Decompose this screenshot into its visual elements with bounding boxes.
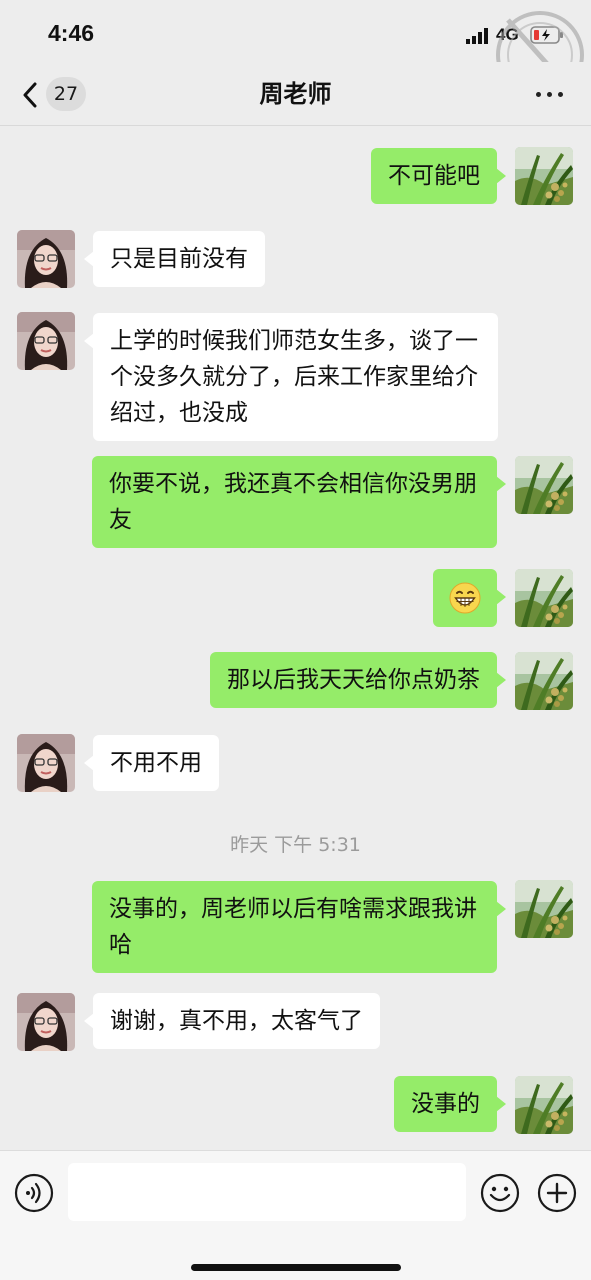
message-bubble-sent[interactable]: 那以后我天天给你点奶茶 (210, 652, 506, 708)
emoji-button[interactable] (480, 1173, 520, 1213)
my-avatar[interactable] (515, 147, 573, 205)
message-list[interactable]: 不可能吧 只是目前没有 上学的时候我们师范女生多，谈了一个没多久就分了，后来工作… (0, 126, 591, 1150)
message-bubble-sent[interactable]: 没事的 (394, 1076, 506, 1132)
input-bar (0, 1150, 591, 1280)
signal-icon (466, 28, 488, 44)
my-avatar[interactable] (515, 652, 573, 710)
contact-avatar[interactable] (17, 312, 75, 370)
contact-avatar[interactable] (17, 734, 75, 792)
message-bubble-received[interactable]: 上学的时候我们师范女生多，谈了一个没多久就分了，后来工作家里给介绍过，也没成 (84, 313, 498, 441)
voice-icon (14, 1173, 54, 1213)
time-divider: 昨天 下午 5:31 (230, 834, 361, 856)
message-bubble-sent[interactable]: 你要不说，我还真不会相信你没男朋友 (92, 456, 506, 548)
my-avatar[interactable] (515, 880, 573, 938)
contact-avatar[interactable] (17, 230, 75, 288)
grinning-face-emoji-icon (449, 582, 481, 614)
my-avatar[interactable] (515, 1076, 573, 1134)
more-options-button[interactable] (532, 82, 568, 106)
my-avatar[interactable] (515, 456, 573, 514)
message-bubble-sent[interactable]: 没事的，周老师以后有啥需求跟我讲哈 (92, 881, 506, 973)
plus-circle-icon (537, 1173, 577, 1213)
contact-avatar[interactable] (17, 993, 75, 1051)
message-bubble-received[interactable]: 只是目前没有 (84, 231, 265, 287)
my-avatar[interactable] (515, 569, 573, 627)
unread-count-badge: 27 (46, 77, 86, 111)
message-bubble-sent-emoji[interactable] (433, 569, 506, 627)
home-indicator[interactable] (191, 1264, 401, 1271)
chevron-left-icon (23, 82, 37, 108)
message-input[interactable] (68, 1163, 466, 1221)
status-bar: 4:46 4G (0, 0, 591, 99)
status-time: 4:46 (48, 20, 95, 46)
back-button[interactable]: 27 (18, 74, 94, 114)
voice-input-button[interactable] (14, 1173, 54, 1213)
message-bubble-received[interactable]: 谢谢，真不用，太客气了 (84, 993, 380, 1049)
smiley-icon (480, 1173, 520, 1213)
message-bubble-sent[interactable]: 不可能吧 (371, 148, 506, 204)
message-bubble-received[interactable]: 不用不用 (84, 735, 219, 791)
more-functions-button[interactable] (537, 1173, 577, 1213)
chat-header: 周老师 27 (0, 62, 591, 126)
